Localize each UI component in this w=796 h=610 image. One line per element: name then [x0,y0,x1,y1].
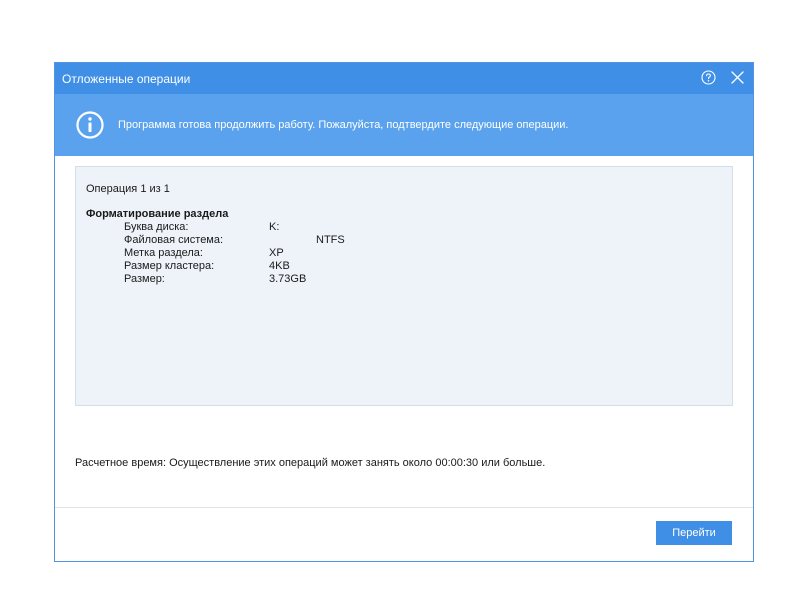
info-circle-icon [75,110,105,140]
field-value: K: [269,221,280,233]
operation-heading: Форматирование раздела [86,208,229,220]
field-row-file-system: Файловая система: NTFS [124,234,644,247]
footer-divider [55,507,753,508]
banner-message: Программа готова продолжить работу. Пожа… [118,119,569,131]
field-value: 4KB [269,260,290,272]
help-circle-icon[interactable] [701,70,716,85]
proceed-button[interactable]: Перейти [656,521,732,545]
title-bar: Отложенные операции [55,63,753,94]
field-label: Файловая система: [124,234,224,246]
estimated-time-text: Расчетное время: Осуществление этих опер… [75,457,546,469]
operations-panel: Операция 1 из 1 Форматирование раздела Б… [75,166,733,406]
dialog-title: Отложенные операции [62,72,191,86]
field-label: Размер кластера: [124,260,215,272]
pending-operations-dialog: Отложенные операции Программа готова про… [54,62,754,562]
field-value: NTFS [316,234,345,246]
field-row-cluster-size: Размер кластера: 4KB [124,260,644,273]
field-value: 3.73GB [269,273,307,285]
field-row-drive-letter: Буква диска: K: [124,221,644,234]
field-label: Размер: [124,273,165,285]
field-label: Буква диска: [124,221,189,233]
field-row-partition-label: Метка раздела: XP [124,247,644,260]
close-icon[interactable] [731,71,744,84]
field-value: XP [269,247,284,259]
field-row-size: Размер: 3.73GB [124,273,644,286]
info-banner: Программа готова продолжить работу. Пожа… [55,94,753,156]
operation-counter: Операция 1 из 1 [86,183,170,195]
field-label: Метка раздела: [124,247,203,259]
